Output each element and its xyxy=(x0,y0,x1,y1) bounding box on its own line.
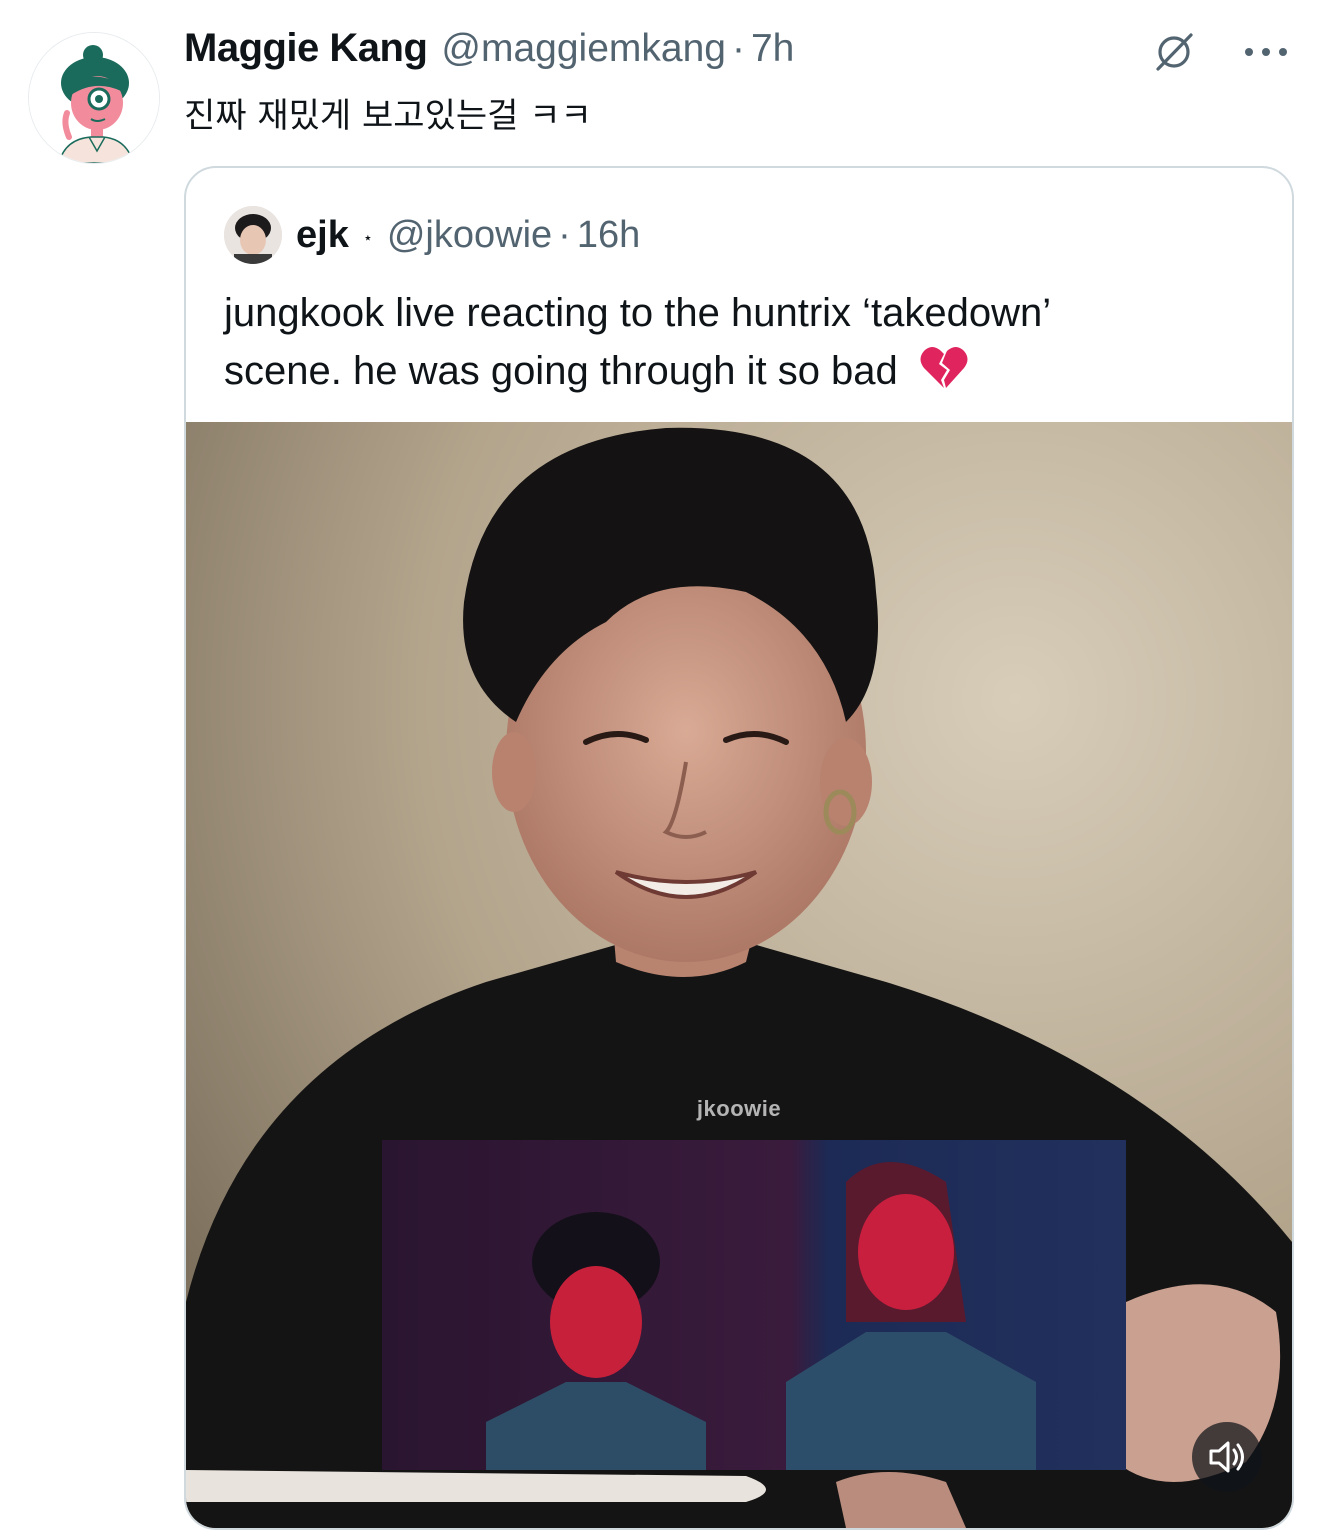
quoted-tweet-text: jungkook live reacting to the huntrix ‘t… xyxy=(224,284,1264,406)
quoted-tweet-timestamp[interactable]: 16h xyxy=(577,214,640,257)
tweet-actions-top xyxy=(1150,28,1290,76)
video-frame xyxy=(186,422,1292,1528)
volume-button[interactable] xyxy=(1192,1422,1262,1492)
avatar-illustration xyxy=(29,33,159,163)
quoted-author-handle[interactable]: @jkoowie xyxy=(387,214,552,257)
volume-icon xyxy=(1209,1441,1244,1473)
quoted-avatar-photo xyxy=(224,206,282,264)
more-icon[interactable] xyxy=(1242,28,1290,76)
video-watermark: jkoowie xyxy=(696,1096,782,1121)
video-player[interactable]: jkoowie xyxy=(186,422,1292,1528)
quoted-author-avatar[interactable] xyxy=(224,206,282,264)
tweet-header: Maggie Kang @maggiemkang · 7h xyxy=(184,26,794,82)
quoted-author-badge: ⋆ xyxy=(362,230,373,247)
quoted-tweet-text-line1: jungkook live reacting to the huntrix ‘t… xyxy=(224,291,1052,335)
quoted-tweet-header: ejk ⋆ @jkoowie · 16h xyxy=(224,206,640,264)
author-avatar[interactable] xyxy=(28,32,160,164)
quoted-author-name[interactable]: ejk xyxy=(296,214,349,257)
author-name[interactable]: Maggie Kang xyxy=(184,26,428,71)
grok-icon[interactable] xyxy=(1150,28,1198,76)
tweet-timestamp[interactable]: 7h xyxy=(751,27,794,71)
quoted-tweet-card[interactable]: ejk ⋆ @jkoowie · 16h jungkook live react… xyxy=(184,166,1294,1530)
broken-heart-emoji xyxy=(919,344,969,406)
quoted-tweet-text-line2: scene. he was going through it so bad xyxy=(224,349,898,393)
author-handle[interactable]: @maggiemkang xyxy=(441,27,726,71)
quoted-separator-dot: · xyxy=(558,213,571,256)
separator-dot: · xyxy=(731,27,745,70)
tweet-text: 진짜 재밌게 보고있는걸 ㅋㅋ xyxy=(184,96,592,136)
